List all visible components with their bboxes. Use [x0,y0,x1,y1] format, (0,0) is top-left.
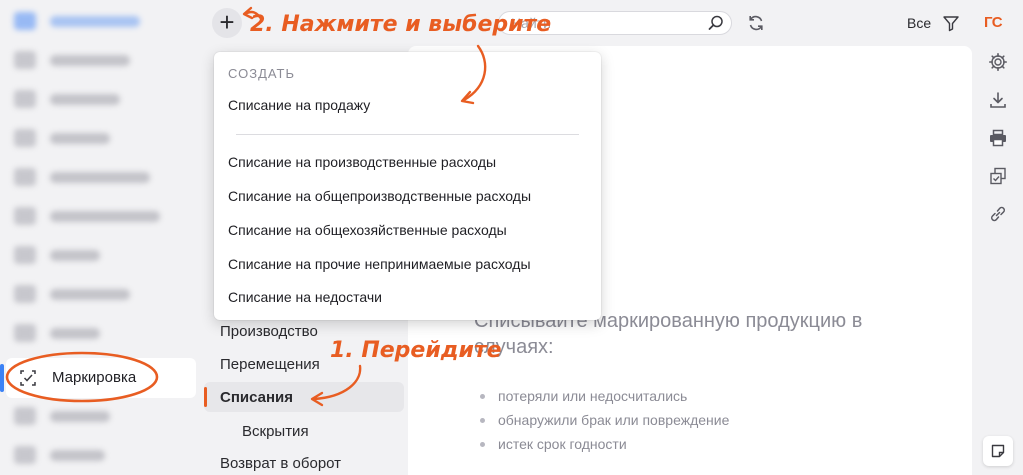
list-item: истек срок годности [480,432,729,456]
settings-button[interactable] [980,47,1016,77]
dropdown-item-general-production[interactable]: Списание на общепроизводственные расходы [228,188,531,204]
submenu-item-return[interactable]: Возврат в оборот [220,455,341,472]
submenu-item-production[interactable]: Производство [220,323,318,340]
submenu-item-transfers[interactable]: Перемещения [220,356,320,373]
dropdown-item-other-expenses[interactable]: Списание на прочие непринимаемые расходы [228,256,531,272]
dropdown-section-title: СОЗДАТЬ [228,66,295,81]
add-button[interactable]: + [212,8,242,38]
filter-label[interactable]: Все [907,15,931,31]
notes-button[interactable] [983,436,1013,466]
nav-item-label: Маркировка [52,369,137,386]
dropdown-item-production-expenses[interactable]: Списание на производственные расходы [228,154,496,170]
printer-icon [990,129,1006,147]
list-item: потеряли или недосчитались [480,384,729,408]
refresh-icon[interactable] [746,13,766,33]
account-badge[interactable]: ГС [984,14,1003,31]
left-nav: Маркировка [0,0,196,475]
search-icon[interactable] [707,14,725,32]
list-item: обнаружили брак или повреждение [480,408,729,432]
empty-state-list: потеряли или недосчитались обнаружили бр… [480,384,729,456]
nav-blurred-items [0,0,196,475]
gear-icon [989,53,1007,71]
dropdown-item-shortage[interactable]: Списание на недостачи [228,289,382,305]
download-icon [990,92,1006,108]
dropdown-item-general-business[interactable]: Списание на общехозяйственные расходы [228,222,507,238]
nav-active-indicator [0,364,4,392]
filter-icon[interactable] [942,14,960,32]
annotation-step-1: 1. Перейдите [330,338,502,363]
create-dropdown: СОЗДАТЬ Списание на продажу Списание на … [214,52,601,320]
checklist-icon [990,167,1006,185]
submenu-item-openings[interactable]: Вскрытия [242,423,309,440]
nav-item-marking[interactable]: Маркировка [6,358,196,398]
checklist-button[interactable] [980,161,1016,191]
submenu-active-indicator [204,387,207,407]
note-icon [991,444,1005,458]
annotation-step-2: 2. Нажмите и выберите [250,12,552,37]
link-icon [991,206,1005,222]
plus-icon: + [219,7,235,37]
download-button[interactable] [980,85,1016,115]
dropdown-divider [236,134,579,135]
dropdown-item-sale[interactable]: Списание на продажу [228,97,370,113]
print-button[interactable] [980,123,1016,153]
submenu-item-writeoffs[interactable]: Списания [220,389,293,406]
link-button[interactable] [980,199,1016,229]
marking-check-icon [20,370,36,386]
